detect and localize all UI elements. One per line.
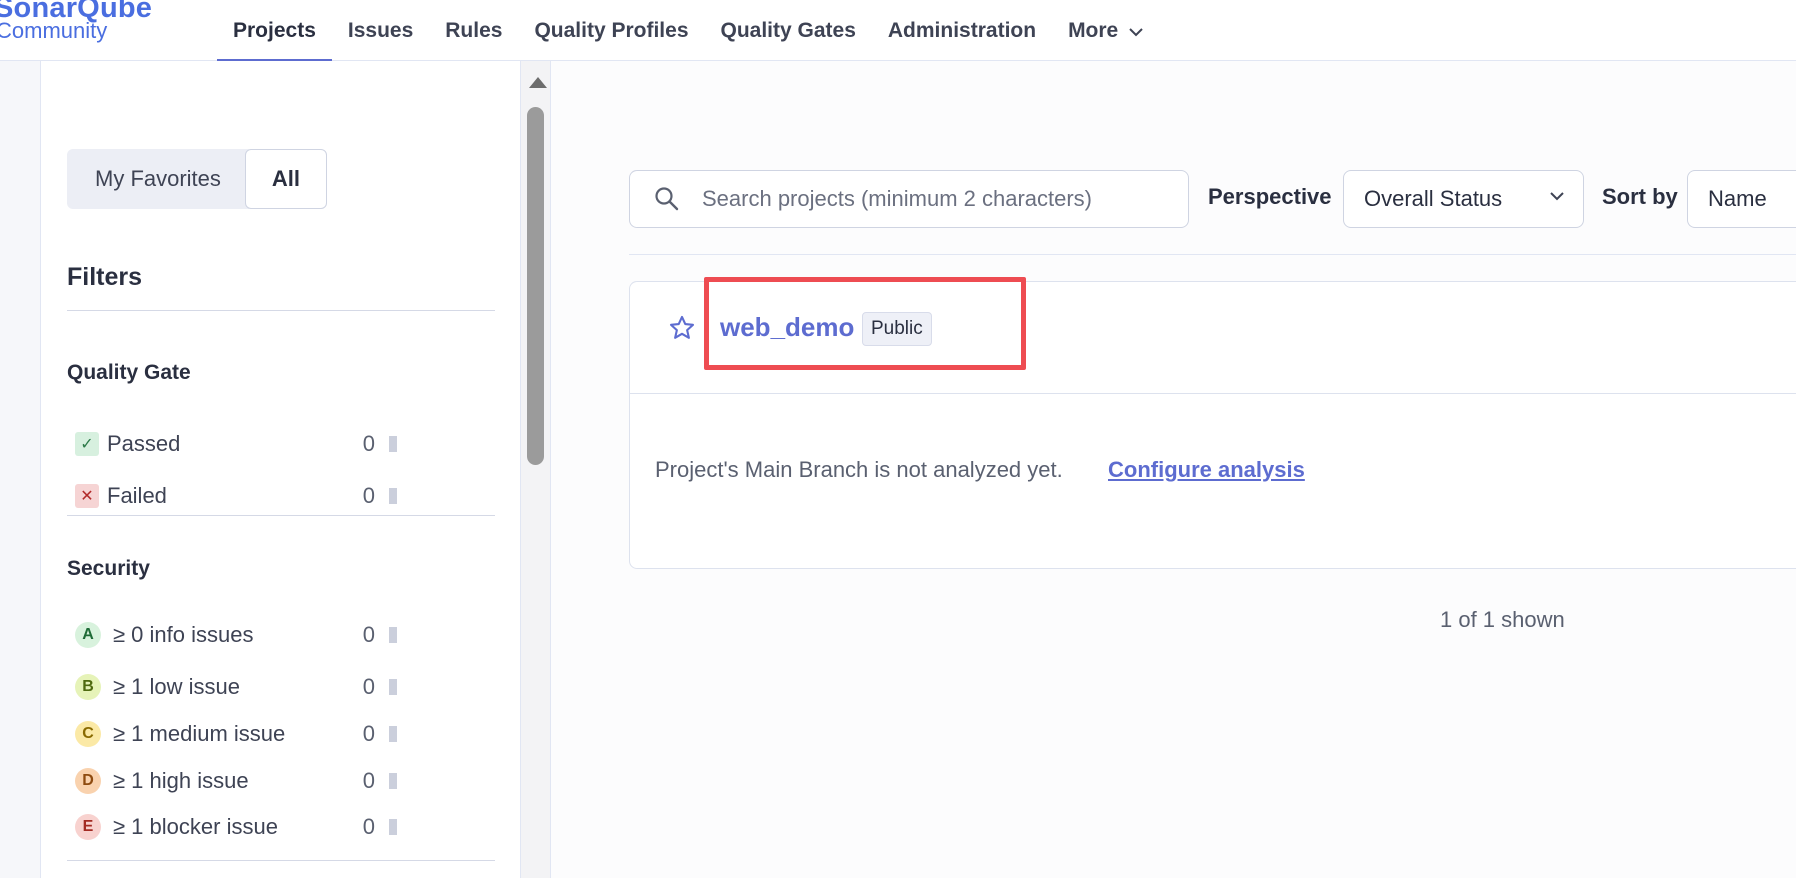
- facet-bar: [389, 679, 397, 695]
- scroll-up-arrow-icon[interactable]: [529, 77, 547, 88]
- sonarqube-logo[interactable]: SonarQube Community: [0, 0, 180, 52]
- sort-label: Sort by: [1602, 184, 1678, 209]
- facet-bar: [389, 819, 397, 835]
- facet-count: 0: [362, 768, 375, 793]
- configure-analysis-link[interactable]: Configure analysis: [1108, 457, 1305, 483]
- rating-badge: D: [75, 768, 101, 794]
- nav-projects[interactable]: Projects: [217, 0, 332, 62]
- check-icon: ✓: [75, 432, 99, 456]
- facet-security-b[interactable]: B ≥ 1 low issue 0: [67, 671, 397, 703]
- left-gutter: [0, 61, 41, 878]
- projects-main: Perspective Overall Status Sort by Name …: [552, 61, 1796, 878]
- scrollbar-thumb[interactable]: [527, 107, 544, 465]
- all-projects-button[interactable]: All: [244, 149, 328, 209]
- facet-bar: [389, 436, 397, 452]
- nav-quality-gates[interactable]: Quality Gates: [705, 0, 872, 61]
- nav-more[interactable]: More: [1052, 0, 1160, 61]
- perspective-label: Perspective: [1208, 184, 1332, 209]
- filters-heading: Filters: [67, 263, 143, 291]
- facet-security-e[interactable]: E ≥ 1 blocker issue 0: [67, 811, 397, 843]
- facet-label: ≥ 1 medium issue: [113, 721, 286, 746]
- facet-bar: [389, 488, 397, 504]
- nav-administration[interactable]: Administration: [872, 0, 1052, 61]
- facet-security-c[interactable]: C ≥ 1 medium issue 0: [67, 718, 397, 750]
- nav-issues[interactable]: Issues: [332, 0, 429, 61]
- quality-gate-facet-title: Quality Gate: [67, 361, 191, 384]
- my-favorites-button[interactable]: My Favorites: [67, 149, 249, 209]
- project-card: web_demo Public Project's Main Branch is…: [629, 277, 1796, 569]
- facet-label: Passed: [107, 431, 181, 456]
- facet-divider: [67, 860, 495, 861]
- facet-label: Failed: [107, 483, 167, 508]
- rating-badge: C: [75, 721, 101, 747]
- facet-count: 0: [362, 674, 375, 699]
- security-facet-title: Security: [67, 557, 150, 580]
- favorites-toggle: My Favorites All: [67, 149, 328, 209]
- facet-security-d[interactable]: D ≥ 1 high issue 0: [67, 765, 397, 797]
- sort-value: Name: [1708, 186, 1767, 211]
- highlight-annotation-box: [704, 277, 1026, 370]
- chevron-down-icon: [1128, 19, 1144, 43]
- facet-count: 0: [362, 431, 375, 456]
- facet-count: 0: [362, 622, 375, 647]
- sort-select[interactable]: Name: [1687, 170, 1796, 228]
- facet-divider: [67, 515, 495, 516]
- filters-sidebar: My Favorites All Filters Quality Gate ✓ …: [41, 61, 521, 878]
- facet-quality-gate-failed[interactable]: ✕ Failed 0: [67, 480, 397, 512]
- facet-count: 0: [362, 721, 375, 746]
- facet-security-a[interactable]: A ≥ 0 info issues 0: [67, 619, 397, 651]
- facet-label: ≥ 1 low issue: [113, 674, 241, 699]
- rating-badge: B: [75, 674, 101, 700]
- perspective-select[interactable]: Overall Status: [1343, 170, 1584, 228]
- facet-bar: [389, 773, 397, 789]
- search-input[interactable]: [700, 185, 1160, 213]
- main-nav: Projects Issues Rules Quality Profiles Q…: [217, 0, 1160, 62]
- nav-more-label: More: [1068, 18, 1119, 42]
- toolbar-divider: [629, 254, 1796, 255]
- top-navigation-bar: SonarQube Community Projects Issues Rule…: [0, 0, 1796, 62]
- shown-count: 1 of 1 shown: [1440, 607, 1565, 632]
- logo-subtext: Community: [0, 18, 108, 43]
- perspective-value: Overall Status: [1364, 186, 1503, 211]
- rating-badge: A: [75, 622, 101, 648]
- facet-label: ≥ 1 blocker issue: [113, 814, 278, 839]
- facet-label: ≥ 1 high issue: [113, 768, 249, 793]
- cross-icon: ✕: [75, 484, 99, 508]
- chevron-down-icon: [1549, 191, 1565, 201]
- rating-badge: E: [75, 814, 101, 840]
- nav-rules[interactable]: Rules: [429, 0, 518, 61]
- star-icon[interactable]: [668, 314, 696, 342]
- filters-divider: [67, 310, 495, 311]
- search-box[interactable]: [629, 170, 1189, 228]
- facet-count: 0: [362, 814, 375, 839]
- facet-label: ≥ 0 info issues: [113, 622, 254, 647]
- facet-bar: [389, 726, 397, 742]
- nav-quality-profiles[interactable]: Quality Profiles: [518, 0, 704, 61]
- facet-bar: [389, 627, 397, 643]
- sidebar-scrollbar[interactable]: [521, 61, 551, 878]
- not-analyzed-message: Project's Main Branch is not analyzed ye…: [655, 457, 1063, 482]
- project-card-header: web_demo Public: [630, 277, 1796, 394]
- facet-count: 0: [362, 483, 375, 508]
- search-icon: [654, 186, 680, 212]
- facet-quality-gate-passed[interactable]: ✓ Passed 0: [67, 428, 397, 460]
